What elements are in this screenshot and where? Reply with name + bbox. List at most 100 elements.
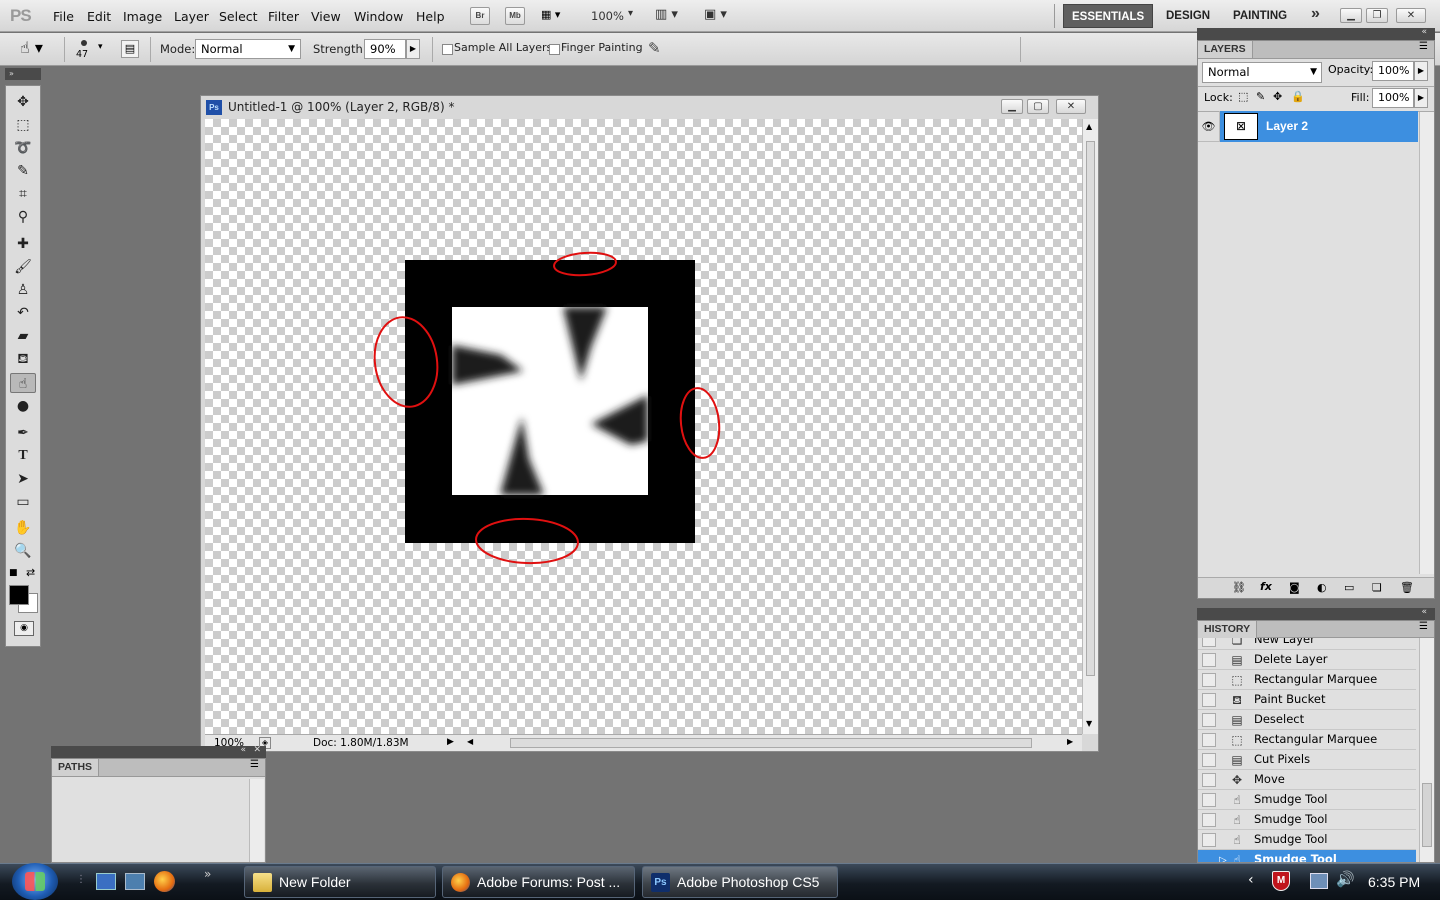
fill-slider-toggle[interactable]: ▶ — [1414, 88, 1428, 108]
view-extras-dropdown[interactable]: ▦ ▾ — [541, 8, 571, 24]
restore-icon[interactable]: ❐ — [1366, 8, 1388, 23]
minimize-icon[interactable]: ▁ — [1001, 99, 1023, 114]
arrange-documents-button[interactable]: ▥ ▾ — [655, 7, 678, 22]
status-menu-arrow-icon[interactable]: ▶ — [447, 737, 454, 747]
history-item[interactable]: ⬚ Rectangular Marquee — [1198, 730, 1416, 750]
smudge-tool[interactable]: ☝ — [10, 373, 36, 393]
move-tool[interactable]: ✥ — [10, 92, 36, 112]
history-item[interactable]: ▤ Cut Pixels — [1198, 750, 1416, 770]
menu-window[interactable]: Window — [354, 9, 403, 24]
workspace-painting[interactable]: PAINTING — [1225, 4, 1295, 28]
workspace-design[interactable]: DESIGN — [1158, 4, 1218, 28]
show-desktop-icon[interactable] — [96, 873, 116, 890]
snapshot-source-checkbox[interactable] — [1202, 813, 1216, 827]
brush-panel-toggle-icon[interactable]: ▤ — [121, 40, 139, 58]
menu-layer[interactable]: Layer — [174, 9, 209, 24]
scroll-right-icon[interactable]: ▶ — [1067, 737, 1073, 746]
taskbar-button-new-folder[interactable]: New Folder — [244, 866, 436, 898]
history-item-selected[interactable]: ▷ ☝ Smudge Tool — [1198, 850, 1416, 862]
snapshot-source-checkbox[interactable] — [1202, 773, 1216, 787]
brush-preset-picker[interactable]: 47 ▾ — [76, 38, 110, 63]
lock-transparent-icon[interactable]: ⬚ — [1238, 90, 1248, 103]
layer-name[interactable]: Layer 2 — [1266, 119, 1308, 133]
history-tab[interactable]: HISTORY — [1198, 621, 1258, 638]
firefox-icon[interactable] — [154, 871, 175, 892]
volume-icon[interactable]: 🔊 — [1336, 870, 1355, 888]
mini-bridge-button[interactable]: Mb — [505, 7, 525, 25]
visibility-eye-icon[interactable]: 👁 — [1198, 111, 1220, 142]
trash-icon[interactable]: 🗑 — [1400, 581, 1414, 594]
collapse-panels-icon[interactable]: « — [1421, 607, 1427, 617]
strength-slider-toggle[interactable]: ▶ — [406, 39, 420, 59]
menu-edit[interactable]: Edit — [87, 9, 111, 24]
default-colors-icon[interactable]: ■ — [9, 568, 18, 578]
history-item[interactable]: ✥ Move — [1198, 770, 1416, 790]
taskbar-button-photoshop[interactable]: Ps Adobe Photoshop CS5 — [642, 866, 838, 898]
opacity-slider-toggle[interactable]: ▶ — [1414, 61, 1428, 81]
fx-icon[interactable]: fx — [1260, 580, 1272, 593]
history-item[interactable]: ☝ Smudge Tool — [1198, 830, 1416, 850]
swap-colors-icon[interactable]: ⇄ — [26, 566, 35, 579]
collapse-panels-icon[interactable]: « — [1421, 27, 1427, 37]
menu-filter[interactable]: Filter — [268, 9, 299, 24]
maximize-icon[interactable]: ▢ — [1027, 99, 1049, 114]
rectangular-marquee-tool[interactable]: ⬚ — [10, 115, 36, 135]
history-item[interactable]: ▤ Delete Layer — [1198, 650, 1416, 670]
history-item[interactable]: ▤ Deselect — [1198, 710, 1416, 730]
crop-tool[interactable]: ⌗ — [10, 184, 36, 204]
close-icon[interactable]: ✕ — [1396, 8, 1426, 23]
lock-image-icon[interactable]: ✎ — [1256, 90, 1265, 103]
taskbar-button-firefox[interactable]: Adobe Forums: Post ... — [442, 866, 635, 898]
workspace-essentials[interactable]: ESSENTIALS — [1063, 4, 1154, 28]
finger-painting-checkbox[interactable] — [549, 44, 560, 55]
brush-tool[interactable]: 🖌 — [10, 257, 36, 277]
switch-windows-icon[interactable] — [125, 873, 145, 890]
scroll-thumb[interactable] — [1086, 141, 1095, 676]
layers-tab[interactable]: LAYERS — [1198, 41, 1253, 58]
snapshot-source-checkbox[interactable] — [1202, 853, 1216, 862]
panel-menu-icon[interactable]: ☰ — [1419, 41, 1428, 52]
rectangle-tool[interactable]: ▭ — [10, 492, 36, 512]
scroll-down-icon[interactable]: ▼ — [1086, 719, 1092, 728]
blend-mode-dropdown[interactable]: Normal ▼ — [1202, 62, 1322, 83]
hand-tool[interactable]: ✋ — [10, 518, 36, 538]
history-scrollbar[interactable] — [1419, 638, 1434, 862]
paint-bucket-tool[interactable]: ⛾ — [10, 349, 36, 369]
scroll-thumb[interactable] — [1422, 783, 1432, 847]
opacity-input[interactable]: 100% — [1372, 61, 1414, 81]
fill-input[interactable]: 100% — [1372, 88, 1414, 108]
scroll-up-icon[interactable]: ▲ — [1086, 122, 1092, 131]
panel-dock-header[interactable]: « — [1197, 607, 1435, 620]
close-icon[interactable]: ✕ — [1056, 99, 1086, 114]
paths-tab[interactable]: PATHS — [52, 759, 100, 776]
panel-dock-header[interactable]: « ✕ — [51, 745, 266, 758]
history-item[interactable]: ❏ New Layer — [1198, 638, 1416, 650]
snapshot-source-checkbox[interactable] — [1202, 793, 1216, 807]
paths-scrollbar[interactable] — [249, 779, 264, 862]
menu-image[interactable]: Image — [123, 9, 162, 24]
snapshot-source-checkbox[interactable] — [1202, 833, 1216, 847]
layers-scrollbar[interactable] — [1419, 112, 1434, 574]
screen-mode-button[interactable]: ▣ ▾ — [704, 7, 727, 22]
menu-view[interactable]: View — [311, 9, 341, 24]
snapshot-source-checkbox[interactable] — [1202, 638, 1216, 647]
clock[interactable]: 6:35 PM — [1368, 874, 1420, 890]
more-quicklaunch-icon[interactable]: » — [204, 867, 211, 881]
lock-position-icon[interactable]: ✥ — [1273, 90, 1282, 103]
panel-dock-header[interactable]: « — [1197, 27, 1435, 40]
canvas[interactable] — [205, 119, 1082, 734]
menu-file[interactable]: File — [53, 9, 74, 24]
history-state-slider-icon[interactable]: ▷ — [1219, 851, 1227, 862]
adjustment-icon[interactable]: ◐ — [1317, 581, 1327, 594]
snapshot-source-checkbox[interactable] — [1202, 713, 1216, 727]
network-icon[interactable] — [1310, 873, 1328, 889]
close-icon[interactable]: ✕ — [253, 745, 261, 755]
spot-healing-tool[interactable]: ✚ — [10, 234, 36, 254]
path-selection-tool[interactable]: ➤ — [10, 469, 36, 489]
history-brush-tool[interactable]: ↶ — [10, 303, 36, 323]
menu-help[interactable]: Help — [416, 9, 445, 24]
sample-all-layers-checkbox[interactable] — [442, 44, 453, 55]
vertical-scrollbar[interactable]: ▲ ▼ — [1082, 119, 1098, 734]
start-button[interactable] — [12, 863, 58, 900]
quick-mask-icon[interactable]: ◉ — [14, 621, 34, 636]
